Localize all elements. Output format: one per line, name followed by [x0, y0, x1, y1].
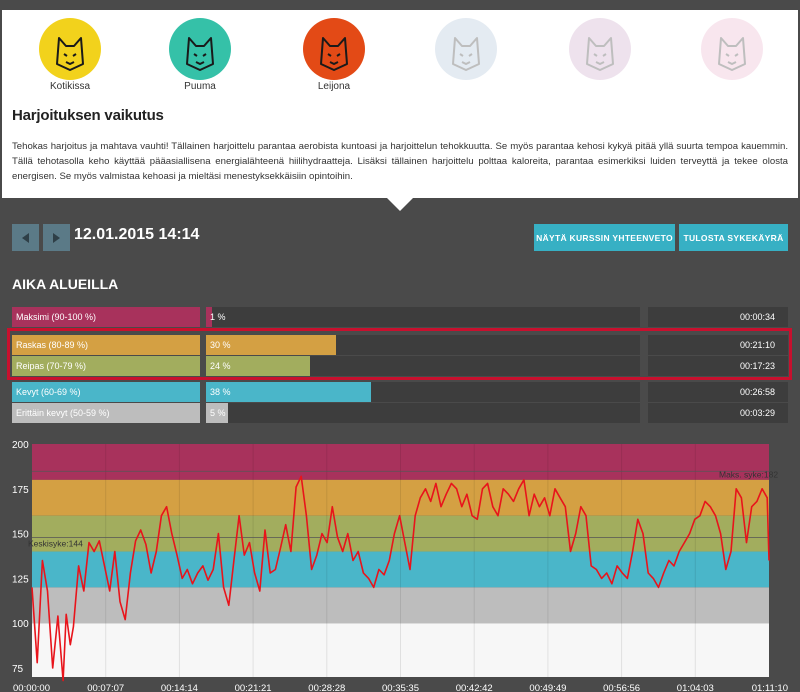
x-tick-label: 00:35:35 — [382, 683, 419, 692]
zone-row: Maksimi (90-100 %) 1 % 00:00:34 — [12, 307, 788, 327]
zone-time: 00:03:29 — [739, 408, 775, 418]
x-tick-label: 01:04:03 — [677, 683, 714, 692]
zone-name: Erittäin kevyt (50-59 %) — [12, 403, 200, 423]
arrow-left-icon — [22, 232, 29, 243]
zone-bar-track: 1 % — [206, 307, 640, 327]
zone-row: Erittäin kevyt (50-59 %) 5 % 00:03:29 — [12, 403, 788, 423]
zone-time: 00:26:58 — [739, 387, 775, 397]
zone-time: 00:00:34 — [739, 312, 775, 322]
animal-label: Leijona — [317, 81, 351, 92]
x-tick-label: 00:28:28 — [308, 683, 345, 692]
x-tick-label: 00:42:42 — [456, 683, 493, 692]
course-summary-button[interactable]: NÄYTÄ KURSSIN YHTEENVETO — [534, 224, 675, 251]
zone-percent: 38 % — [210, 387, 231, 397]
heart-rate-chart: 200 175 150 125 100 75 00:00:00 00:07:07 00:14:1… — [12, 440, 788, 692]
zone-row: Kevyt (60-69 %) 38 % 00:26:58 — [12, 382, 788, 402]
top-bar — [0, 0, 800, 10]
arrow-right-icon — [53, 232, 60, 243]
zone-percent: 5 % — [210, 408, 226, 418]
next-workout-button[interactable] — [43, 224, 70, 251]
animal-panther[interactable] — [692, 18, 772, 80]
print-hr-chart-button[interactable]: TULOSTA SYKEKÄYRÄ — [679, 224, 788, 251]
zone-time-box: 00:00:34 — [648, 307, 788, 327]
animal-label: Kotikissa — [49, 81, 90, 92]
workout-page: Kotikissa Puuma Leijona Harjoituksen vai… — [0, 0, 800, 692]
zone-time-box: 00:26:58 — [648, 382, 788, 402]
animal-tiger[interactable] — [560, 18, 640, 80]
x-tick-label: 00:14:14 — [161, 683, 198, 692]
panther-icon — [701, 18, 763, 80]
animal-cat[interactable]: Kotikissa — [30, 18, 110, 93]
x-tick-label: 01:11:10 — [752, 683, 788, 692]
zone-bar-fill — [206, 382, 371, 402]
tiger-icon — [569, 18, 631, 80]
zone-percent: 1 % — [210, 312, 226, 322]
effect-description: Tehokas harjoitus ja mahtava vauhti! Täl… — [12, 141, 788, 182]
zone-name: Kevyt (60-69 %) — [12, 382, 200, 402]
y-tick-label: 175 — [12, 485, 29, 496]
animal-label: Puuma — [184, 81, 216, 92]
max-hr-label: Maks. syke:182 — [719, 469, 778, 479]
animal-lion[interactable]: Leijona — [294, 18, 374, 93]
y-tick-label: 100 — [12, 619, 29, 630]
zone-time-box: 00:03:29 — [648, 403, 788, 423]
x-tick-label: 00:49:49 — [529, 683, 566, 692]
effect-title: Harjoituksen vaikutus — [12, 107, 164, 124]
x-tick-label: 00:21:21 — [235, 683, 272, 692]
leopard-icon — [435, 18, 497, 80]
zone-bar-track: 38 % — [206, 382, 640, 402]
x-tick-label: 00:00:00 — [13, 683, 50, 692]
zone-name: Maksimi (90-100 %) — [12, 307, 200, 327]
y-tick-label: 200 — [12, 440, 29, 451]
lion-icon — [303, 18, 365, 80]
y-tick-label: 75 — [12, 664, 24, 675]
puma-icon — [169, 18, 231, 80]
highlight-box — [7, 328, 792, 380]
zone-bar-track: 5 % — [206, 403, 640, 423]
x-tick-label: 00:07:07 — [87, 683, 124, 692]
animal-leopard[interactable] — [426, 18, 506, 80]
animal-puma[interactable]: Puuma — [160, 18, 240, 93]
x-tick-label: 00:56:56 — [603, 683, 640, 692]
zones-title: AIKA ALUEILLA — [12, 276, 119, 292]
y-tick-label: 125 — [12, 574, 29, 585]
y-tick-label: 150 — [12, 530, 29, 541]
cat-icon — [39, 18, 101, 80]
avg-hr-label: Keskisyke:144 — [28, 538, 83, 548]
previous-workout-button[interactable] — [12, 224, 39, 251]
workout-date: 12.01.2015 14:14 — [74, 226, 200, 243]
panel-pointer — [386, 197, 414, 211]
